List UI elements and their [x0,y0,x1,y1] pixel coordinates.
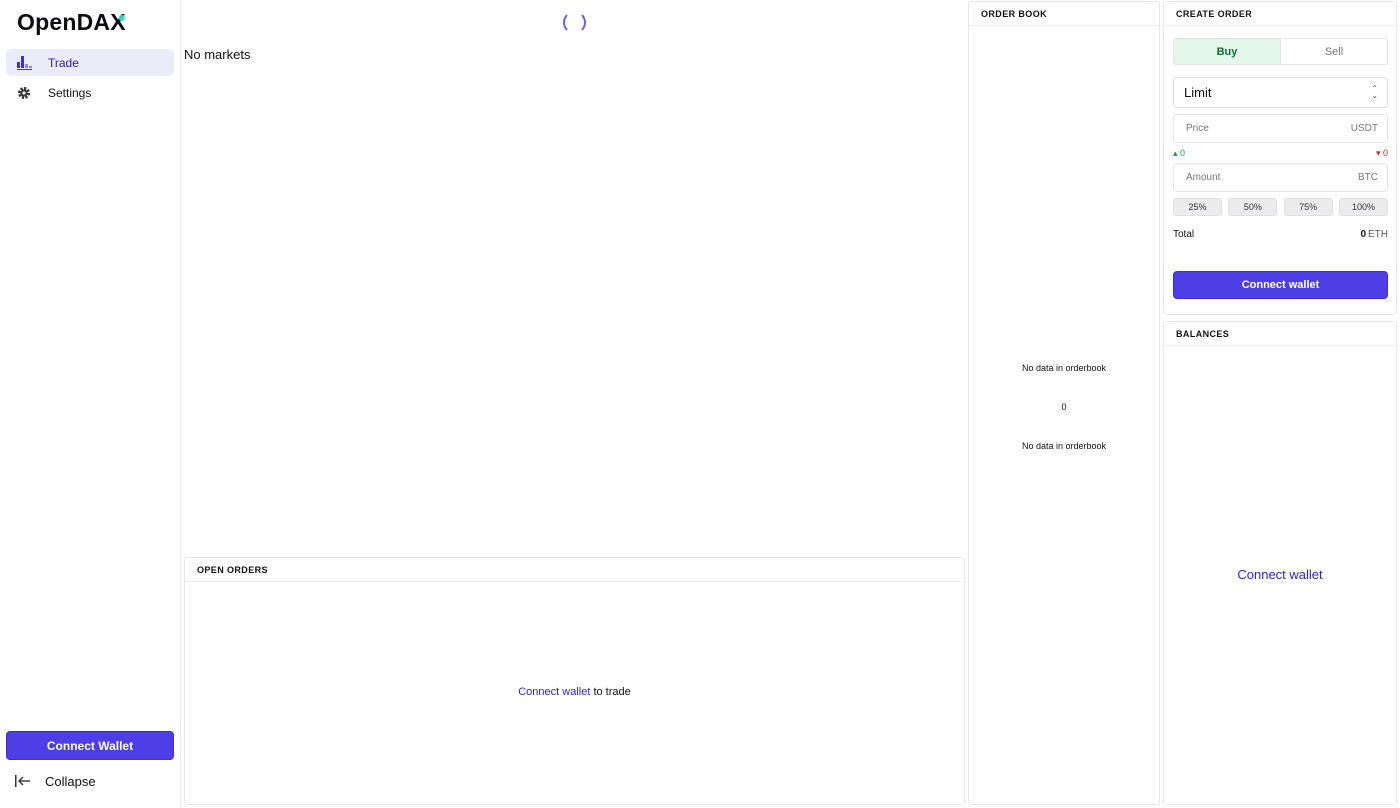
percent-buttons: 25% 50% 75% 100% [1173,198,1388,216]
tab-buy[interactable]: Buy [1174,39,1280,64]
price-down-indicator: ▾ 0 [1375,148,1388,158]
to-trade-text: to trade [590,686,631,698]
price-field[interactable]: USDT [1173,114,1388,143]
orderbook-bids-empty: No data in orderbook [1021,441,1107,451]
collapse-button[interactable]: Collapse [15,770,96,792]
balances-panel: BALANCES Connect wallet [1163,321,1397,805]
amount-unit: BTC [1358,172,1378,183]
collapse-label: Collapse [45,773,96,789]
orderbook-asks-empty: No data in orderbook [1021,363,1107,373]
total-amount: 0 [1360,229,1366,240]
sidebar-item-label: Settings [48,85,92,100]
price-input[interactable] [1186,123,1326,134]
chart-bars-icon [16,55,32,71]
chevron-up-down-icon: ⌃ ⌄ [1371,84,1378,100]
price-up-value: 0 [1180,148,1186,158]
amount-field[interactable]: BTC [1173,163,1388,192]
balances-title: BALANCES [1164,322,1396,346]
total-label: Total [1173,229,1195,240]
balances-connect-wallet-link[interactable]: Connect wallet [1164,567,1396,582]
order-book-title: ORDER BOOK [969,2,1159,26]
tab-sell[interactable]: Sell [1280,39,1387,64]
order-book-panel: ORDER BOOK No data in orderbook 0 No dat… [968,1,1160,805]
side-tabs: Buy Sell [1173,38,1388,65]
amount-input[interactable] [1186,172,1326,183]
open-orders-message: Connect wallet to trade [185,686,964,698]
order-type-value: Limit [1184,85,1212,100]
percent-75-button[interactable]: 75% [1283,198,1333,216]
open-orders-title: OPEN ORDERS [185,558,964,582]
sidebar: OpenDA X Trade Settings Connect Wallet C… [0,0,181,808]
logo-x: X [110,8,126,35]
order-type-select[interactable]: Limit ⌃ ⌄ [1173,77,1388,108]
chart-status-text: No markets [184,47,251,62]
connect-wallet-link[interactable]: Connect wallet [518,686,590,698]
sidebar-item-settings[interactable]: Settings [6,79,174,106]
price-unit: USDT [1350,123,1378,134]
price-down-value: 0 [1382,148,1388,158]
open-orders-panel: OPEN ORDERS Connect wallet to trade [184,557,965,805]
price-up-indicator: ▴ 0 [1173,148,1186,158]
sidebar-item-trade[interactable]: Trade [6,49,174,76]
create-order-title: CREATE ORDER [1164,2,1396,26]
total-row: Total 0 ETH [1173,229,1388,240]
collapse-arrow-icon [15,775,33,787]
gear-icon [16,85,32,101]
sidebar-item-label: Trade [48,55,79,70]
percent-50-button[interactable]: 50% [1228,198,1278,216]
percent-25-button[interactable]: 25% [1173,198,1222,216]
total-currency: ETH [1368,229,1388,240]
orderbook-spread-value: 0 [1061,402,1067,412]
total-value: 0 ETH [1360,229,1388,240]
create-order-connect-wallet-button[interactable]: Connect wallet [1173,271,1388,299]
price-change-row: ▴ 0 ▾ 0 [1173,148,1388,160]
logo-text: OpenDA [17,8,111,35]
percent-100-button[interactable]: 100% [1338,198,1388,216]
loading-spinner-icon [563,11,586,34]
opendax-logo[interactable]: OpenDA X [17,8,126,36]
connect-wallet-button[interactable]: Connect Wallet [6,731,174,760]
create-order-panel: CREATE ORDER Buy Sell Limit ⌃⌄ USDT ▴ 0 … [1163,1,1397,315]
